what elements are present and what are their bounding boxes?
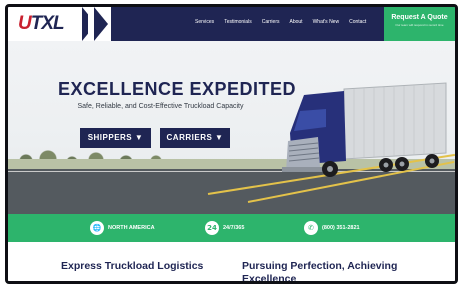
clock-24-icon: 24 (205, 221, 219, 235)
nav-services[interactable]: Services (195, 19, 214, 25)
truck-image (282, 82, 447, 177)
logo-chevron-2 (94, 7, 108, 41)
feature-label: (800) 351-2821 (322, 225, 360, 231)
request-quote-title: Request A Quote (391, 14, 448, 21)
logo-text: UTXL (18, 13, 65, 34)
hero-section: EXCELLENCE EXPEDITED Safe, Reliable, and… (8, 41, 455, 214)
nav-testimonials[interactable]: Testimonials (224, 19, 252, 25)
feature-label: 24/7/365 (223, 225, 245, 231)
nav-contact[interactable]: Contact (349, 19, 366, 25)
carriers-button[interactable]: CARRIERS ▼ (160, 128, 230, 148)
feature-phone[interactable]: ✆ (800) 351-2821 (304, 221, 360, 235)
section-heading-right: Pursuing Perfection, Achieving Excellenc… (242, 260, 398, 284)
nav-links: Services Testimonials Carriers About Wha… (195, 19, 366, 25)
feature-availability: 24 24/7/365 (205, 221, 244, 235)
feature-north-america: 🌐 NORTH AMERICA (90, 221, 155, 235)
hero-subtitle: Safe, Reliable, and Cost-Effective Truck… (77, 103, 244, 110)
request-quote-button[interactable]: Request A Quote Our team will respond in… (384, 7, 455, 41)
section-heading-left: Express Truckload Logistics (61, 260, 204, 272)
nav-carriers[interactable]: Carriers (262, 19, 280, 25)
hero-title: EXCELLENCE EXPEDITED (58, 79, 297, 99)
browser-frame: UTXL Services Testimonials Carriers Abou… (5, 4, 458, 284)
top-navbar: UTXL Services Testimonials Carriers Abou… (8, 7, 455, 41)
phone-icon: ✆ (304, 221, 318, 235)
nav-about[interactable]: About (289, 19, 302, 25)
logo[interactable]: UTXL (8, 7, 111, 41)
content-section: Express Truckload Logistics Pursuing Per… (8, 242, 455, 281)
feature-label: NORTH AMERICA (108, 225, 155, 231)
nav-whats-new[interactable]: What's New (313, 19, 340, 25)
shippers-button[interactable]: SHIPPERS ▼ (80, 128, 151, 148)
request-quote-subtitle: Our team will respond in record time (395, 23, 444, 27)
globe-icon: 🌐 (90, 221, 104, 235)
features-strip: 🌐 NORTH AMERICA 24 24/7/365 ✆ (800) 351-… (8, 214, 455, 242)
